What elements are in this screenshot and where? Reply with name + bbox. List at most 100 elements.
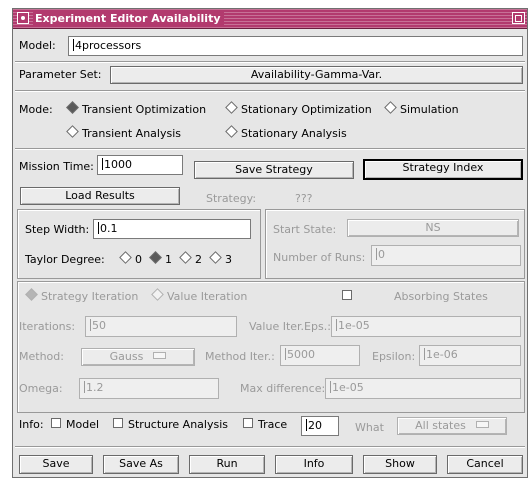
max-difference-field[interactable]: 1e-05 <box>325 378 521 399</box>
omega-field[interactable]: 1.2 <box>79 378 219 399</box>
run-button[interactable]: Run <box>189 455 265 474</box>
model-field[interactable]: 4processors <box>68 36 523 56</box>
taylor-option-label: 2 <box>195 253 202 266</box>
taylor-option-label: 0 <box>135 253 142 266</box>
mode-option-simulation[interactable]: Simulation <box>384 101 459 117</box>
mode-option-label: Stationary Optimization <box>241 103 372 116</box>
window-menu-icon[interactable] <box>17 12 29 24</box>
start-state-button[interactable]: NS <box>347 219 519 237</box>
info-label: Info: <box>19 418 44 431</box>
step-width-label: Step Width: <box>25 223 90 236</box>
radio-diamond-icon <box>225 125 238 138</box>
epsilon-field[interactable]: 1e-06 <box>419 345 521 366</box>
structure-analysis-checkbox[interactable]: Structure Analysis <box>113 418 228 432</box>
mission-time-field[interactable]: 1000 <box>97 155 183 175</box>
save-strategy-button[interactable]: Save Strategy <box>194 161 354 179</box>
value-iter-eps-field[interactable]: 1e-05 <box>331 316 521 337</box>
value-iter-eps-label: Value Iter.Eps.: <box>249 320 331 333</box>
radio-diamond-icon <box>151 288 164 301</box>
title-bar[interactable]: Experiment Editor Availability <box>13 9 527 29</box>
strategy-index-button[interactable]: Strategy Index <box>363 159 523 180</box>
radio-diamond-icon <box>25 288 38 301</box>
method-iter-field[interactable]: 5000 <box>280 345 360 366</box>
method-iter-value: 5000 <box>287 348 315 361</box>
mode-option-stationary-optimization[interactable]: Stationary Optimization <box>225 101 372 117</box>
divider <box>15 90 525 92</box>
iteration-option-label: Value Iteration <box>167 290 248 303</box>
mode-option-transient-optimization[interactable]: Transient Optimization <box>66 101 207 117</box>
radio-diamond-icon <box>119 251 132 264</box>
trace-field[interactable]: 20 <box>301 416 339 436</box>
iteration-option-value[interactable]: Value Iteration <box>151 288 248 304</box>
radio-diamond-icon <box>225 101 238 114</box>
cancel-button[interactable]: Cancel <box>447 455 523 474</box>
text-cursor <box>90 319 91 331</box>
text-cursor <box>73 39 74 51</box>
show-button[interactable]: Show <box>363 455 437 474</box>
checkbox-icon <box>51 418 61 428</box>
mode-option-transient-analysis[interactable]: Transient Analysis <box>66 125 181 141</box>
absorbing-states-checkbox[interactable] <box>342 290 357 304</box>
iterations-label: Iterations: <box>19 320 76 333</box>
mission-time-label: Mission Time: <box>19 160 94 173</box>
iterations-value: 50 <box>92 319 106 332</box>
mode-option-stationary-analysis[interactable]: Stationary Analysis <box>225 125 347 141</box>
info-model-label: Model <box>66 418 100 431</box>
taylor-option-3[interactable]: 3 <box>209 251 232 267</box>
strategy-label: Strategy: <box>206 192 257 205</box>
mode-option-label: Stationary Analysis <box>241 127 347 140</box>
taylor-degree-label: Taylor Degree: <box>25 253 105 266</box>
number-of-runs-label: Number of Runs: <box>273 251 366 264</box>
text-cursor <box>98 222 99 234</box>
save-button[interactable]: Save <box>19 455 93 474</box>
value-iter-eps-value: 1e-05 <box>338 319 370 332</box>
experiment-editor-window: Experiment Editor Availability Model: 4p… <box>12 8 528 478</box>
method-label: Method: <box>19 350 64 363</box>
mode-option-label: Transient Optimization <box>82 103 207 116</box>
model-label: Model: <box>19 39 56 52</box>
info-model-checkbox[interactable]: Model <box>51 418 99 432</box>
trace-value: 20 <box>308 419 322 432</box>
mode-label: Mode: <box>19 103 53 116</box>
omega-label: Omega: <box>19 382 63 395</box>
text-cursor <box>330 381 331 393</box>
start-state-label: Start State: <box>273 223 337 236</box>
taylor-option-2[interactable]: 2 <box>179 251 202 267</box>
absorbing-states-label: Absorbing States <box>394 290 488 303</box>
load-results-button[interactable]: Load Results <box>20 187 180 205</box>
divider <box>15 148 525 150</box>
step-width-field[interactable]: 0.1 <box>93 219 251 239</box>
method-select[interactable]: Gauss <box>81 348 195 366</box>
mission-time-value: 1000 <box>104 158 132 171</box>
what-value: All states <box>415 419 466 432</box>
checkbox-icon <box>113 418 123 428</box>
trace-label: Trace <box>258 418 288 431</box>
text-cursor <box>336 319 337 331</box>
trace-checkbox[interactable]: Trace <box>243 418 287 432</box>
what-select[interactable]: All states <box>397 417 507 435</box>
radio-diamond-icon <box>179 251 192 264</box>
max-difference-value: 1e-05 <box>332 381 364 394</box>
step-width-value: 0.1 <box>100 222 118 235</box>
iterations-field[interactable]: 50 <box>85 316 237 337</box>
number-of-runs-value: 0 <box>378 248 385 261</box>
radio-diamond-icon <box>384 101 397 114</box>
method-value: Gauss <box>109 350 144 363</box>
parameter-set-button[interactable]: Availability-Gamma-Var. <box>110 66 523 84</box>
text-cursor <box>102 158 103 170</box>
omega-value: 1.2 <box>86 381 104 394</box>
text-cursor <box>84 381 85 393</box>
option-menu-icon <box>475 421 489 428</box>
method-iter-label: Method Iter.: <box>205 350 275 363</box>
maximize-icon[interactable] <box>512 12 525 24</box>
info-button[interactable]: Info <box>275 455 353 474</box>
structure-analysis-label: Structure Analysis <box>128 418 228 431</box>
iteration-option-strategy[interactable]: Strategy Iteration <box>25 288 138 304</box>
mode-option-label: Simulation <box>400 103 459 116</box>
save-as-button[interactable]: Save As <box>103 455 179 474</box>
taylor-option-0[interactable]: 0 <box>119 251 142 267</box>
radio-diamond-icon <box>149 251 162 264</box>
taylor-option-1[interactable]: 1 <box>149 251 172 267</box>
strategy-value: ??? <box>295 192 313 205</box>
number-of-runs-field[interactable]: 0 <box>371 245 521 266</box>
